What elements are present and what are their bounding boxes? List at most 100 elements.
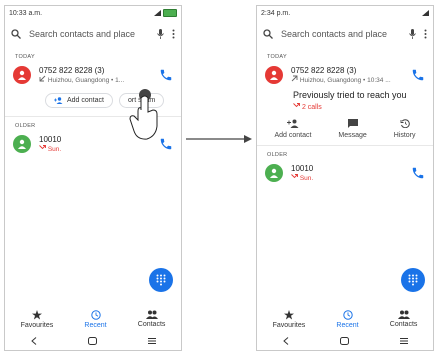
nav-favourites-label: Favourites (272, 322, 306, 329)
phone-screen-left: 10:33 a.m. Search contacts and place TOD… (4, 5, 182, 351)
nav-recent[interactable]: Recent (336, 310, 359, 329)
add-contact-label: Add contact (67, 96, 104, 104)
add-contact-label: Add contact (274, 132, 312, 139)
home-icon[interactable] (339, 337, 349, 345)
missed-call-icon (39, 145, 46, 150)
avatar (265, 164, 283, 182)
search-icon (263, 29, 273, 39)
message-icon (347, 119, 358, 128)
search-bar[interactable]: Search contacts and place (257, 20, 433, 48)
dialpad-icon (156, 274, 166, 286)
status-time: 10:33 a.m. (9, 9, 43, 17)
nav-favourites-label: Favourites (20, 322, 54, 329)
history-label: History (393, 132, 416, 139)
nav-contacts-label: Contacts (137, 321, 166, 328)
menu-icon[interactable] (147, 337, 156, 345)
call-detail-text: Huizhou, Guangdong • 10:34 ... (299, 77, 391, 84)
call-log-row[interactable]: 0752 822 8228 (3) Huizhou, Guangdong • 1… (257, 60, 433, 90)
call-detail: Huizhou, Guangdong • 1... (39, 75, 151, 84)
search-icon (11, 29, 21, 39)
call-detail: Huizhou, Guangdong • 10:34 ... (291, 75, 403, 84)
outgoing-call-arrow-icon (291, 75, 298, 82)
back-icon[interactable] (282, 337, 289, 345)
call-detail-text: Sun. (47, 146, 62, 153)
status-time: 2:34 p.m. (261, 9, 291, 17)
add-person-icon (54, 96, 63, 104)
bottom-navigation: Favourites Recent Contacts (257, 310, 433, 329)
message-button[interactable]: Message (338, 119, 367, 139)
star-icon (283, 310, 294, 320)
nav-favourites[interactable]: Favourites (20, 310, 54, 329)
message-label: Message (338, 132, 367, 139)
missed-call-icon (293, 103, 300, 108)
star-icon (31, 310, 42, 320)
phone-call-icon[interactable] (159, 68, 173, 82)
nav-recent-label: Recent (84, 322, 107, 329)
call-number: 0752 822 8228 (3) (291, 66, 357, 75)
menu-icon[interactable] (399, 337, 408, 345)
clock-icon (342, 310, 353, 320)
mic-icon[interactable] (409, 29, 416, 39)
nav-favourites[interactable]: Favourites (272, 310, 306, 329)
people-icon (397, 310, 410, 319)
nav-recent[interactable]: Recent (84, 310, 107, 329)
call-log-row[interactable]: 10010 Sun. (257, 158, 433, 188)
search-input[interactable]: Search contacts and place (29, 29, 149, 39)
dialpad-fab[interactable] (149, 268, 173, 292)
avatar (13, 66, 31, 84)
call-number: 10010 (291, 164, 314, 173)
call-detail-text: Sun. (299, 175, 314, 182)
nav-contacts[interactable]: Contacts (389, 310, 418, 329)
call-detail: Sun. (39, 144, 151, 153)
nav-contacts-label: Contacts (389, 321, 418, 328)
avatar (13, 135, 31, 153)
phone-screen-right: 2:34 p.m. Search contacts and place TODA… (256, 5, 434, 351)
clock-icon (90, 310, 101, 320)
history-button[interactable]: History (394, 119, 416, 139)
transition-arrow-icon (186, 135, 252, 143)
battery-icon (163, 9, 177, 17)
bottom-navigation: Favourites Recent Contacts (5, 310, 181, 329)
add-person-icon (286, 119, 299, 128)
missed-call-arrow-icon (39, 75, 46, 82)
system-navigation (5, 334, 181, 348)
call-detail-text: Huizhou, Guangdong • 1... (47, 77, 125, 84)
phone-call-icon[interactable] (411, 68, 425, 82)
more-options-icon[interactable] (172, 29, 175, 39)
search-bar[interactable]: Search contacts and place (5, 20, 181, 48)
nav-contacts[interactable]: Contacts (137, 310, 166, 329)
person-icon (270, 168, 278, 178)
add-contact-button[interactable]: Add contact (274, 119, 311, 139)
phone-call-icon[interactable] (411, 166, 425, 180)
person-icon (270, 70, 278, 80)
search-input[interactable]: Search contacts and place (281, 29, 401, 39)
signal-icon (422, 10, 429, 16)
home-icon[interactable] (87, 337, 97, 345)
missed-calls-label: 2 calls (301, 104, 322, 111)
back-icon[interactable] (30, 337, 37, 345)
history-icon (400, 119, 410, 128)
mic-icon[interactable] (157, 29, 164, 39)
previously-tried-title: Previously tried to reach you (293, 90, 407, 100)
avatar (265, 66, 283, 84)
tap-gesture-hand-icon (129, 89, 158, 140)
status-icons (422, 10, 429, 16)
dialpad-icon (408, 274, 418, 286)
people-icon (145, 310, 158, 319)
status-icons (154, 9, 177, 17)
missed-calls-count: 2 calls (293, 102, 425, 111)
expanded-actions: Add contact Message History (257, 119, 433, 139)
previously-tried-panel: Previously tried to reach you 2 calls (257, 90, 433, 111)
system-navigation (257, 334, 433, 348)
call-number: 0752 822 8228 (3) (39, 66, 105, 75)
person-icon (18, 139, 26, 149)
person-icon (18, 70, 26, 80)
call-detail: Sun. (291, 173, 403, 182)
dialpad-fab[interactable] (401, 268, 425, 292)
nav-recent-label: Recent (336, 322, 359, 329)
divider (257, 145, 433, 146)
signal-icon (154, 10, 161, 16)
status-bar: 10:33 a.m. (5, 6, 181, 20)
add-contact-chip[interactable]: Add contact (45, 92, 113, 108)
more-options-icon[interactable] (424, 29, 427, 39)
